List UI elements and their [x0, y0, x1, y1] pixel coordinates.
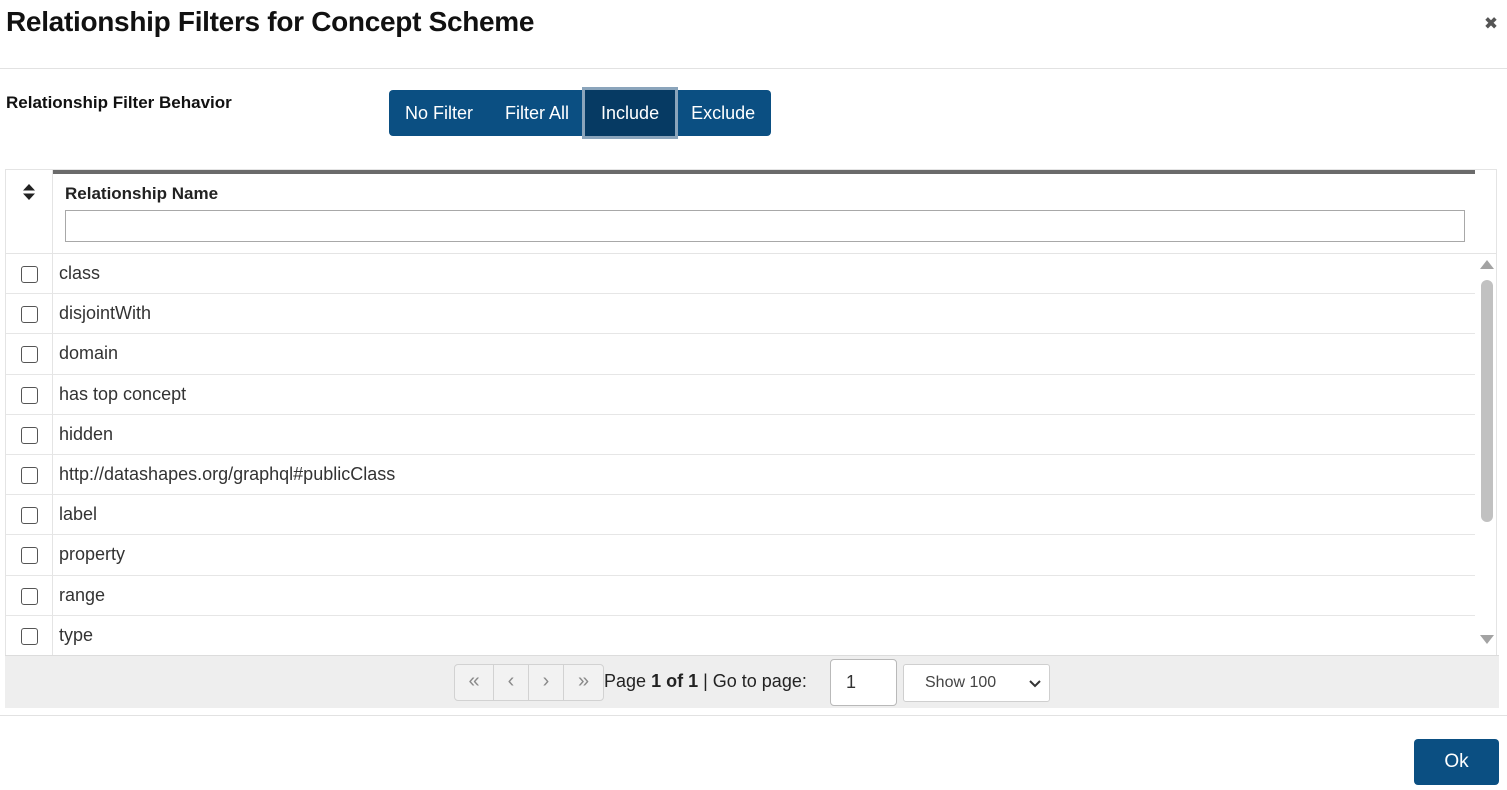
relationship-name: http://datashapes.org/graphql#publicClas…: [59, 463, 396, 484]
table-row: has top concept: [6, 374, 1475, 415]
page-current: 1 of 1: [651, 671, 699, 691]
relationship-name: type: [59, 624, 94, 645]
row-checkbox[interactable]: [21, 346, 38, 364]
table-row: disjointWith: [6, 294, 1475, 335]
scroll-thumb[interactable]: [1481, 280, 1493, 522]
relationship-name: disjointWith: [59, 303, 152, 324]
pagination-nav: « ‹ › »: [454, 664, 604, 701]
vertical-scrollbar[interactable]: [1478, 260, 1496, 650]
relationship-name: class: [59, 263, 101, 283]
goto-label: | Go to page:: [703, 671, 807, 691]
row-checkbox[interactable]: [21, 426, 38, 444]
ok-button[interactable]: Ok: [1414, 739, 1499, 785]
pagination-bar: « ‹ › » Page 1 of 1 | Go to page: Show 1…: [5, 655, 1499, 708]
scroll-up-icon[interactable]: [1480, 260, 1494, 269]
last-page-icon[interactable]: »: [564, 665, 603, 700]
relationship-name: domain: [59, 343, 119, 364]
page-word: Page: [604, 671, 647, 691]
no-filter-button[interactable]: No Filter: [389, 90, 489, 136]
relationship-grid: Relationship Name class disjointWith dom…: [5, 169, 1497, 656]
first-page-icon[interactable]: «: [455, 665, 494, 700]
table-row: hidden: [6, 414, 1475, 455]
relationship-name: hidden: [59, 423, 114, 444]
footer-divider: [0, 715, 1507, 716]
relationship-name: has top concept: [59, 383, 187, 404]
close-icon[interactable]: ✖: [1483, 15, 1499, 32]
include-button[interactable]: Include: [585, 90, 676, 136]
row-checkbox[interactable]: [21, 587, 38, 605]
row-checkbox[interactable]: [21, 386, 38, 404]
relationship-name: range: [59, 584, 106, 605]
dialog-title: Relationship Filters for Concept Scheme: [6, 6, 535, 37]
page-info: Page 1 of 1 | Go to page:: [604, 671, 807, 692]
row-checkbox[interactable]: [21, 627, 38, 645]
goto-page-input[interactable]: [830, 659, 897, 706]
table-row: http://datashapes.org/graphql#publicClas…: [6, 454, 1475, 496]
grid-rows: class disjointWith domain has top concep…: [6, 254, 1475, 656]
table-row: class: [6, 254, 1475, 295]
row-checkbox[interactable]: [21, 547, 38, 565]
next-page-icon[interactable]: ›: [529, 665, 564, 700]
row-checkbox[interactable]: [21, 266, 38, 283]
relationship-name: label: [59, 504, 98, 525]
scroll-down-icon[interactable]: [1480, 635, 1494, 644]
dialog-header: Relationship Filters for Concept Scheme …: [0, 0, 1507, 69]
filter-behavior-toggle: No Filter Filter All Include Exclude: [389, 90, 772, 136]
exclude-button[interactable]: Exclude: [675, 90, 771, 136]
row-checkbox[interactable]: [21, 507, 38, 525]
page-size-select[interactable]: Show 100: [903, 664, 1050, 702]
relationship-name-filter-input[interactable]: [65, 210, 1465, 242]
relationship-name-column-header: Relationship Name: [53, 174, 1496, 254]
row-checkbox[interactable]: [21, 466, 38, 484]
page-size-label: Show 100: [925, 674, 997, 691]
relationship-name: property: [59, 544, 126, 565]
filter-all-button[interactable]: Filter All: [489, 90, 585, 136]
table-row: type: [6, 615, 1475, 656]
row-checkbox[interactable]: [21, 306, 38, 324]
filter-behavior-label: Relationship Filter Behavior: [6, 93, 232, 112]
sort-header-cell: [6, 170, 53, 254]
table-row: domain: [6, 334, 1475, 375]
column-title[interactable]: Relationship Name: [65, 184, 218, 204]
table-row: label: [6, 495, 1475, 536]
chevron-down-icon: [1029, 680, 1041, 688]
table-row: property: [6, 535, 1475, 576]
table-row: range: [6, 575, 1475, 616]
sort-icon[interactable]: [23, 184, 35, 200]
previous-page-icon[interactable]: ‹: [494, 665, 529, 700]
